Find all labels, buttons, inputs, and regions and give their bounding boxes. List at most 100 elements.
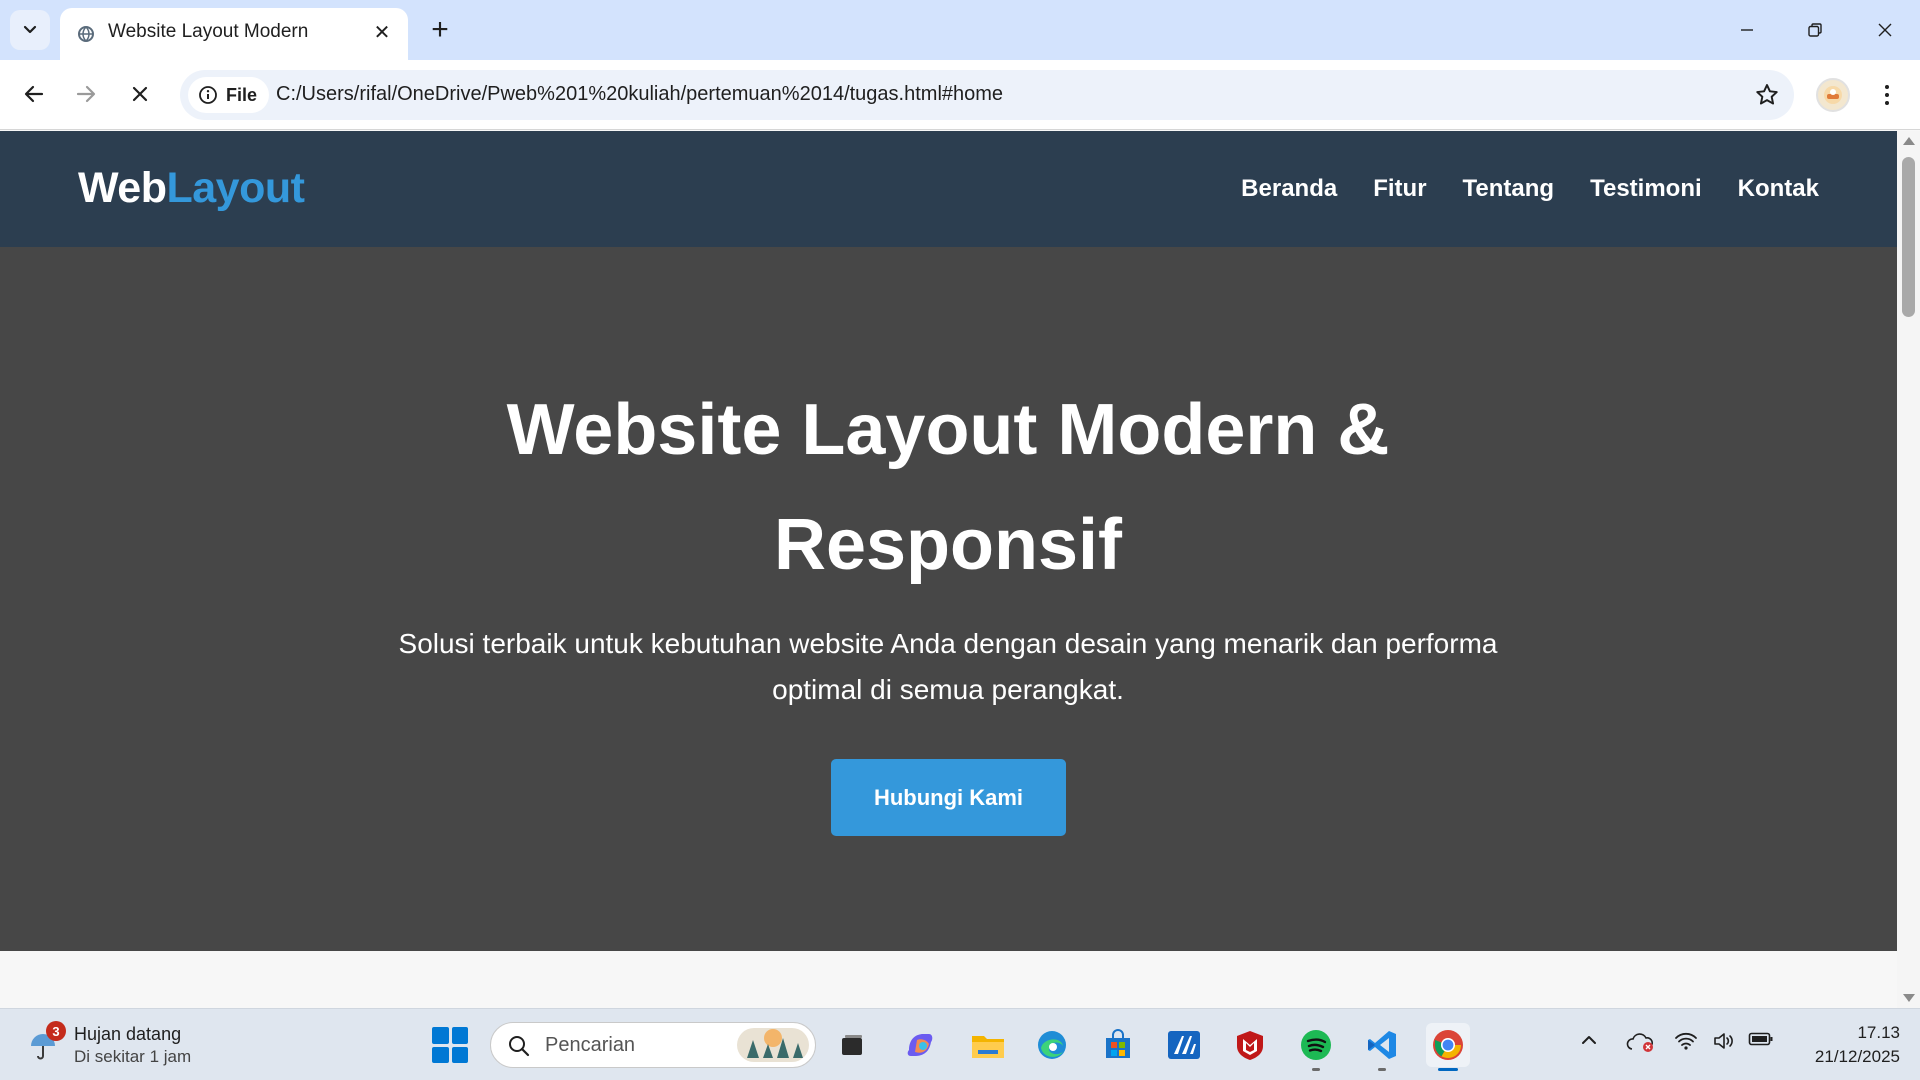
globe-icon [78,26,94,42]
weather-widget[interactable]: 3 Hujan datang Di sekitar 1 jam [26,1021,246,1069]
stop-loading-button[interactable] [120,74,160,114]
scroll-up-arrow-icon[interactable] [1903,137,1915,145]
start-tile [432,1027,449,1044]
file-explorer-button[interactable] [966,1023,1010,1067]
menu-icon-dot [1885,101,1889,105]
chevron-up-icon [1582,1036,1596,1044]
volume-tray[interactable] [1712,1031,1736,1051]
windows-taskbar: 3 Hujan datang Di sekitar 1 jam Pencaria… [0,1008,1920,1080]
restore-icon [1808,23,1822,37]
contact-button[interactable]: Hubungi Kami [831,759,1066,836]
search-icon [509,1036,530,1057]
info-icon [199,86,217,104]
menu-icon-dot [1885,85,1889,89]
vscode-icon [1368,1031,1396,1059]
restore-button[interactable] [1790,8,1840,52]
copilot-button[interactable] [898,1023,942,1067]
stop-loading-icon [132,86,148,102]
file-chip-label: File [226,84,258,105]
scroll-thumb[interactable] [1902,157,1915,317]
spotify-icon [1301,1030,1331,1060]
ms-store-button[interactable] [1096,1023,1140,1067]
start-tile [451,1027,468,1044]
nav-link-tentang[interactable]: Tentang [1463,175,1555,203]
browser-tab[interactable]: Website Layout Modern ✕ [60,8,408,60]
mcafee-button[interactable] [1228,1023,1272,1067]
browser-toolbar: File C:/Users/rifal/OneDrive/Pweb%201%20… [0,60,1920,130]
start-tile [432,1046,449,1063]
copilot-icon [907,1034,933,1056]
search-placeholder: Pencarian [545,1034,636,1056]
new-tab-button[interactable]: + [420,10,460,50]
weather-title: Hujan datang [74,1024,182,1044]
chrome-button[interactable] [1426,1023,1470,1071]
edge-icon [1038,1031,1066,1059]
vscode-alt-button[interactable] [1162,1023,1206,1067]
weather-badge: 3 [46,1021,66,1041]
hero-title: Website Layout Modern & Responsif [506,390,1390,585]
taskbar-search[interactable]: Pencarian [490,1022,816,1068]
start-tile [451,1046,468,1063]
wifi-tray[interactable] [1674,1031,1698,1051]
forward-icon [76,85,96,103]
star-icon[interactable] [1754,82,1780,108]
edge-button[interactable] [1030,1023,1074,1067]
menu-button[interactable] [1870,78,1904,112]
onedrive-error-icon [1626,1033,1653,1052]
onedrive-tray[interactable] [1626,1031,1656,1053]
plus-icon: + [431,13,449,46]
start-icon[interactable] [432,1027,468,1063]
back-button[interactable] [14,74,54,114]
minimize-icon [1741,29,1753,31]
chevron-down-icon [23,25,37,34]
spotify-button[interactable] [1294,1023,1338,1071]
mcafee-icon [1237,1031,1263,1060]
nav-link-fitur[interactable]: Fitur [1373,175,1426,203]
search-highlight-image [737,1028,809,1062]
clock-date: 21/12/2025 [1814,1047,1900,1066]
hero-section: Website Layout Modern & Responsif Solusi… [0,247,1897,951]
vscode-button[interactable] [1360,1023,1404,1071]
active-indicator [1438,1068,1458,1071]
task-view-button[interactable] [830,1023,874,1067]
wifi-icon [1675,1032,1697,1050]
task-view-icon [842,1035,862,1055]
hero-description: Solusi terbaik untuk kebutuhan website A… [398,628,1498,705]
volume-icon [1714,1033,1733,1049]
nav-link-kontak[interactable]: Kontak [1738,175,1819,203]
show-hidden-icons-button[interactable] [1580,1031,1598,1049]
tab-close-button[interactable]: ✕ [368,18,396,46]
weather-subtitle: Di sekitar 1 jam [74,1047,192,1066]
running-indicator [1312,1068,1320,1071]
nav-link-beranda[interactable]: Beranda [1241,175,1337,203]
file-explorer-icon [972,1036,1004,1058]
ms-store-icon [1106,1029,1130,1058]
scroll-down-arrow-icon[interactable] [1903,994,1915,1002]
vscode-alt-icon [1168,1031,1200,1059]
clock-time: 17.13 [1857,1023,1900,1042]
tab-search-button[interactable] [10,10,50,50]
battery-icon [1748,1032,1773,1046]
site-logo[interactable]: WebLayout [78,164,305,213]
menu-icon-dot [1885,93,1889,97]
nav-link-testimoni[interactable]: Testimoni [1590,175,1702,203]
window-close-icon [1878,23,1892,37]
profile-avatar[interactable] [1816,78,1850,112]
address-bar[interactable]: File C:/Users/rifal/OneDrive/Pweb%201%20… [180,70,1794,120]
close-icon: ✕ [373,20,391,44]
page-scrollbar[interactable] [1897,131,1920,1008]
url-text[interactable]: C:/Users/rifal/OneDrive/Pweb%201%20kulia… [276,83,1003,106]
window-close-button[interactable] [1860,8,1910,52]
back-icon [24,85,44,103]
site-nav: Beranda Fitur Tentang Testimoni Kontak [1241,175,1819,203]
battery-tray[interactable] [1748,1031,1774,1047]
tab-strip: Website Layout Modern ✕ + [0,0,1920,60]
minimize-button[interactable] [1722,8,1772,52]
tab-title: Website Layout Modern [108,21,309,42]
site-info-chip[interactable]: File [188,77,270,113]
running-indicator [1378,1068,1386,1071]
winter-trees-icon [747,1029,803,1058]
forward-button[interactable] [66,74,106,114]
system-clock[interactable]: 17.13 21/12/2025 [1780,1021,1900,1069]
avatar-icon [1824,86,1842,104]
